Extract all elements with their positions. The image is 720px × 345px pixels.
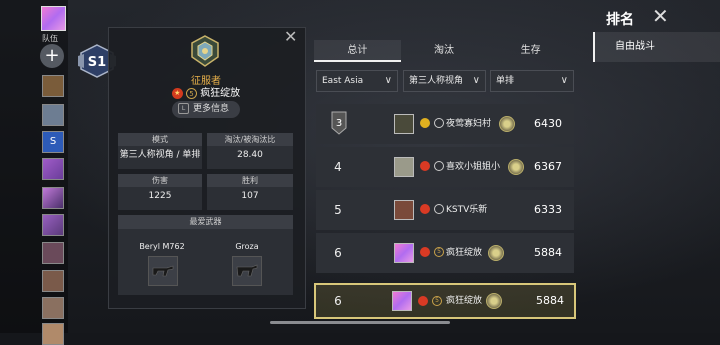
stat-value: 28.40: [237, 150, 263, 160]
team-member-avatar[interactable]: [42, 270, 64, 292]
leaderboard-row[interactable]: 4 喜欢小姐姐小 6367: [316, 147, 574, 187]
tier-emblem-icon: [486, 293, 502, 309]
weapon-name: Beryl M762: [139, 242, 185, 251]
weapon-name: Groza: [235, 242, 259, 251]
player-name: 喜欢小姐姐小: [446, 162, 501, 172]
team-member-avatar[interactable]: [42, 297, 64, 319]
star-badge-icon: [420, 161, 430, 171]
stat-label: 模式: [118, 133, 202, 146]
page-title: 排名: [606, 12, 634, 28]
stat-cell-mode: 模式 第三人称视角 / 单排: [118, 133, 202, 169]
rank-score: 5884: [534, 246, 562, 259]
my-rank-row[interactable]: 6 5 疯狂绽放 5884: [314, 283, 576, 319]
level-badge: 5: [432, 296, 442, 306]
level-badge: 5: [434, 247, 444, 257]
tab-eliminations[interactable]: 淘汰: [401, 40, 488, 62]
rifle-icon[interactable]: [148, 256, 178, 286]
close-icon[interactable]: ✕: [652, 6, 669, 26]
more-info-label: 更多信息: [193, 104, 230, 114]
player-avatar: [394, 200, 414, 220]
rank-score: 6333: [534, 203, 562, 216]
stat-cell-damage: 伤害 1225: [118, 174, 202, 210]
stat-cell-wins: 胜利 107: [207, 174, 293, 210]
rank-score: 6430: [534, 117, 562, 130]
leaderboard-row[interactable]: 3 夜莺寡妇村 6430: [316, 104, 574, 144]
mode-select[interactable]: 单排 ∨: [490, 70, 574, 92]
my-avatar[interactable]: [41, 6, 66, 31]
key-hint-icon: L: [178, 103, 189, 114]
star-badge-icon: [420, 204, 430, 214]
team-member-avatar[interactable]: [42, 75, 64, 97]
team-member-avatar[interactable]: [42, 104, 64, 126]
player-name: 疯狂绽放: [200, 88, 241, 99]
leaderboard-row[interactable]: 5 KSTV乐新 6333: [316, 190, 574, 230]
home-indicator[interactable]: [270, 321, 450, 324]
region-select[interactable]: East Asia ∨: [316, 70, 398, 92]
rank-score: 6367: [534, 160, 562, 173]
rank-number: 5: [334, 203, 342, 217]
leaderboard-row[interactable]: 6 5 疯狂绽放 5884: [316, 233, 574, 273]
close-icon[interactable]: ✕: [284, 29, 298, 45]
stat-value: 第三人称视角 / 单排: [119, 150, 201, 160]
chevron-down-icon: ∨: [560, 75, 568, 86]
rank-number: 6: [334, 246, 342, 260]
team-member-avatar[interactable]: [42, 242, 64, 264]
chevron-down-icon: ∨: [472, 75, 480, 86]
shield-badge-icon: [434, 161, 444, 171]
rank-number: 3: [336, 118, 342, 129]
region-select-value: East Asia: [322, 76, 364, 86]
player-avatar: [394, 157, 414, 177]
rifle-icon[interactable]: [232, 256, 262, 286]
star-badge-icon: [418, 296, 428, 306]
player-name: 疯狂绽放: [446, 248, 483, 258]
season-badge-text: S1: [88, 55, 106, 70]
stat-label: 胜利: [207, 174, 293, 187]
favorite-weapons-box: 最爱武器: [118, 215, 293, 295]
team-member-avatar[interactable]: [42, 214, 64, 236]
star-badge-icon: [420, 247, 430, 257]
menu-item-free-battle[interactable]: 自由战斗: [593, 32, 720, 62]
rank-medal-icon: 3: [331, 111, 347, 135]
stat-tabs: 总计 淘汰 生存: [314, 40, 574, 62]
team-member-avatar[interactable]: [42, 187, 64, 209]
perspective-select[interactable]: 第三人称视角 ∨: [403, 70, 486, 92]
add-member-button[interactable]: +: [40, 44, 64, 68]
player-avatar: [394, 114, 414, 134]
team-member-avatar[interactable]: [42, 158, 64, 180]
favorite-weapons-label: 最爱武器: [118, 215, 293, 229]
team-label: 队伍: [42, 34, 58, 43]
team-member-avatar[interactable]: S: [42, 131, 64, 153]
player-name: 夜莺寡妇村: [446, 119, 492, 129]
stat-label: 伤害: [118, 174, 202, 187]
tier-emblem-icon: [508, 159, 524, 175]
level-badge: 5: [186, 87, 197, 99]
chevron-down-icon: ∨: [384, 75, 392, 86]
stat-value: 107: [241, 191, 259, 201]
player-avatar: [392, 291, 412, 311]
shield-badge-icon: [434, 118, 444, 128]
player-avatar: [394, 243, 414, 263]
player-name: 疯狂绽放: [446, 296, 483, 306]
player-name-line: ★ 5 疯狂绽放: [108, 84, 304, 99]
team-member-avatar[interactable]: [42, 323, 64, 345]
shield-badge-icon: [434, 204, 444, 214]
mode-select-value: 单排: [496, 76, 515, 86]
stat-label: 淘汰/被淘汰比: [207, 133, 293, 146]
rank-number: 6: [334, 294, 342, 308]
rank-score: 5884: [536, 294, 564, 307]
tab-survival[interactable]: 生存: [487, 40, 574, 62]
conqueror-emblem-icon: [191, 35, 219, 67]
tab-overall[interactable]: 总计: [314, 40, 401, 62]
rank-number: 4: [334, 160, 342, 174]
stat-value: 1225: [148, 191, 172, 201]
perspective-select-value: 第三人称视角: [409, 76, 464, 86]
tier-emblem-icon: [488, 245, 504, 261]
star-badge-icon: ★: [171, 87, 183, 99]
stat-cell-kd: 淘汰/被淘汰比 28.40: [207, 133, 293, 169]
title-badge-icon: [420, 118, 430, 128]
more-info-button[interactable]: L 更多信息: [172, 101, 240, 118]
tier-emblem-icon: [499, 116, 515, 132]
player-name: KSTV乐新: [446, 205, 488, 215]
